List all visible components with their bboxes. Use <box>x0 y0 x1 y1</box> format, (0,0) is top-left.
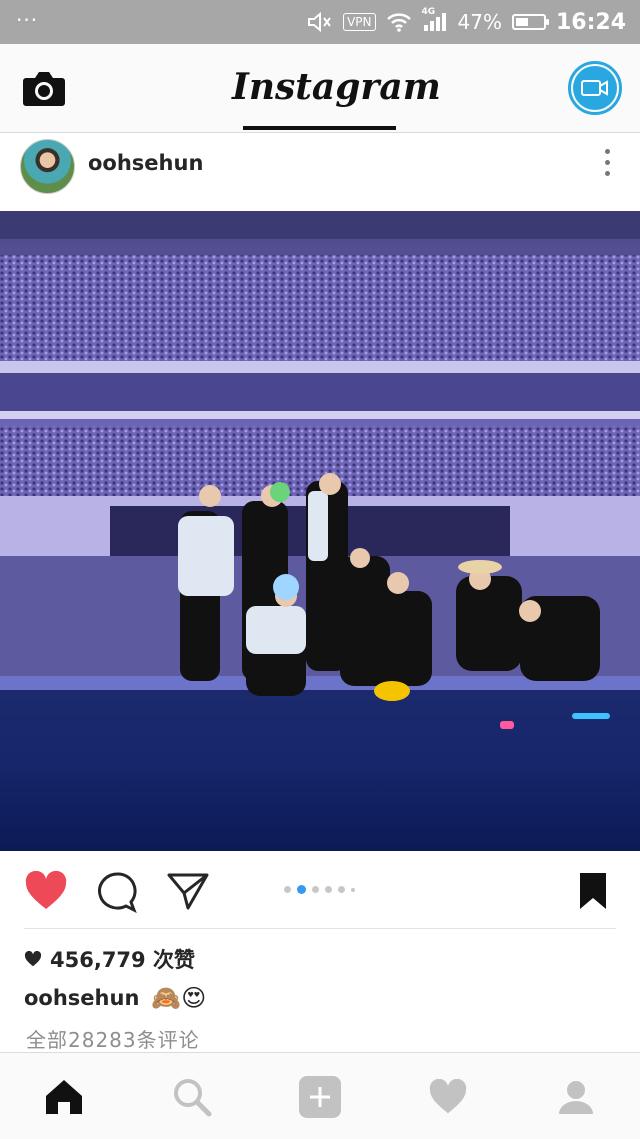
carousel-indicator <box>284 885 355 894</box>
carousel-dot <box>312 886 319 893</box>
post-username[interactable]: oohsehun <box>88 151 203 175</box>
likes-count[interactable]: 456,779 次赞 <box>24 944 195 974</box>
carousel-dot <box>284 886 291 893</box>
concert-photo <box>0 211 640 851</box>
network-type: 4G <box>421 7 436 17</box>
nav-add[interactable] <box>298 1075 342 1119</box>
instagram-logo: Instagram <box>232 66 441 108</box>
nav-activity[interactable] <box>426 1075 470 1119</box>
more-vertical-icon[interactable] <box>602 149 612 183</box>
share-button[interactable] <box>166 871 210 915</box>
mute-icon <box>308 11 331 33</box>
heart-filled-icon <box>25 870 67 909</box>
post-actions <box>0 851 640 929</box>
wifi-icon <box>386 13 411 32</box>
camera-icon <box>23 72 65 106</box>
logo-underline <box>243 126 396 130</box>
carousel-dot <box>338 886 345 893</box>
heart-icon <box>429 1079 467 1114</box>
carousel-dot <box>351 887 355 892</box>
likes-text: 456,779 次赞 <box>50 948 195 972</box>
divider <box>24 928 616 929</box>
caption-emojis: 🙈😍 <box>151 984 207 1012</box>
status-icons: VPN 4G 47% 16:24 <box>307 0 626 44</box>
carousel-dot <box>297 885 306 894</box>
live-video-inner <box>573 66 617 110</box>
view-comments-link[interactable]: 全部28283条评论 <box>26 1024 200 1053</box>
battery-fill <box>515 18 529 26</box>
comment-button[interactable] <box>96 871 138 917</box>
send-icon <box>167 873 209 910</box>
home-icon <box>46 1080 82 1114</box>
status-bar: ··· VPN 4G 47% 16:24 <box>0 0 640 44</box>
profile-icon <box>559 1081 593 1114</box>
carousel-dot <box>325 886 332 893</box>
live-video-button[interactable] <box>568 61 622 115</box>
post-photo[interactable] <box>0 211 640 851</box>
battery-percent: 47% <box>457 10 502 34</box>
caption-username[interactable]: oohsehun <box>24 986 139 1010</box>
bottom-nav <box>0 1052 640 1139</box>
caption: oohsehun 🙈😍 <box>24 984 206 1012</box>
save-button[interactable] <box>578 871 608 915</box>
nav-search[interactable] <box>170 1075 214 1119</box>
bookmark-icon <box>580 873 606 909</box>
clock: 16:24 <box>555 9 626 35</box>
nav-home[interactable] <box>42 1075 86 1119</box>
like-button[interactable] <box>24 870 68 915</box>
nav-profile[interactable] <box>554 1075 598 1119</box>
post-header: oohsehun <box>0 133 640 211</box>
heart-small-icon <box>24 951 42 967</box>
comment-icon <box>98 872 137 914</box>
add-icon <box>299 1076 341 1118</box>
cell-signal: 4G <box>422 7 448 33</box>
battery-icon <box>511 14 549 30</box>
app-header: Instagram <box>0 44 640 133</box>
video-camera-icon <box>581 80 608 96</box>
camera-button[interactable] <box>22 68 66 108</box>
search-icon <box>174 1079 212 1117</box>
notification-dots: ··· <box>16 8 39 32</box>
vpn-badge: VPN <box>343 13 376 31</box>
avatar[interactable] <box>20 139 75 194</box>
